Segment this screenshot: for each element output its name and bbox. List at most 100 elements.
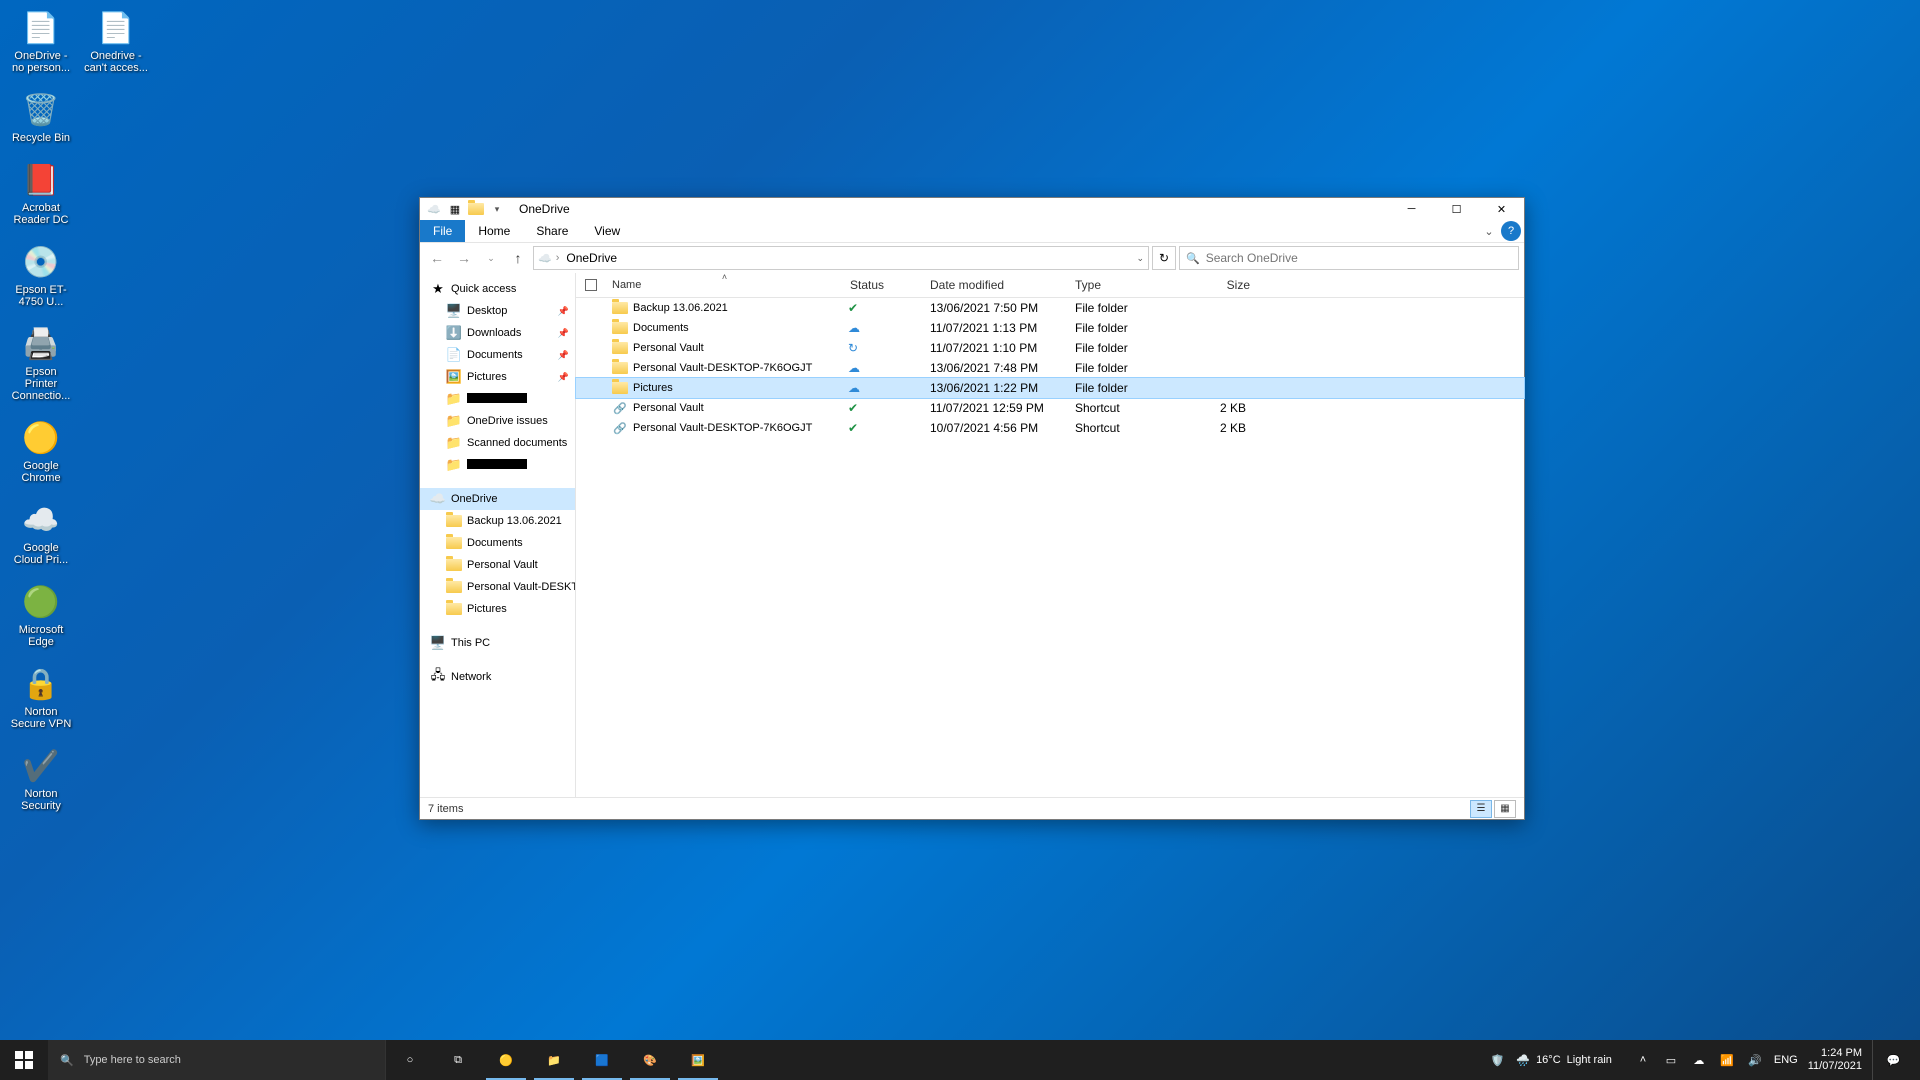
desktop-icon[interactable]: 📄Onedrive - can't acces... [80,5,152,77]
sidebar-item[interactable]: 🖼️Pictures📌 [420,366,575,388]
tray-overflow-icon[interactable]: ˄ [1634,1054,1652,1066]
desktop-icon[interactable]: 📕Acrobat Reader DC [5,157,77,229]
refresh-button[interactable]: ↻ [1152,246,1176,270]
taskbar-app-chrome[interactable]: 🟡 [482,1040,530,1080]
tray-meet-now-icon[interactable]: ▭ [1662,1054,1680,1067]
sidebar-item[interactable]: Backup 13.06.2021 [420,510,575,532]
desktop-icon[interactable]: 🟡Google Chrome [5,415,77,487]
sidebar-item[interactable]: Personal Vault [420,554,575,576]
taskbar-time: 1:24 PM [1821,1047,1862,1060]
row-checkbox[interactable]: ☐ [576,378,606,398]
breadcrumb-current[interactable]: OneDrive [563,251,620,265]
row-checkbox[interactable]: ☐ [576,398,606,418]
row-checkbox[interactable]: ☐ [576,418,606,438]
tray-language[interactable]: ENG [1774,1054,1798,1066]
sidebar-item[interactable]: 📄Documents📌 [420,344,575,366]
nav-forward-button[interactable]: → [452,246,476,270]
column-date-modified[interactable]: Date modified [924,273,1069,297]
qat-customize-icon[interactable]: ▾ [488,200,506,218]
nav-recent-dropdown[interactable]: ⌄ [479,246,503,270]
taskbar-app-photos[interactable]: 🖼️ [674,1040,722,1080]
tab-share[interactable]: Share [523,220,581,242]
tab-file[interactable]: File [420,220,465,242]
tray-volume-icon[interactable]: 🔊 [1746,1054,1764,1067]
tab-home[interactable]: Home [465,220,523,242]
address-bar[interactable]: ☁️ › OneDrive ⌄ [533,246,1149,270]
file-row[interactable]: ☐Personal Vault↻11/07/2021 1:10 PMFile f… [576,338,1524,358]
row-checkbox[interactable]: ☐ [576,318,606,338]
row-type: File folder [1069,318,1187,338]
file-row[interactable]: ☐Backup 13.06.2021✔13/06/2021 7:50 PMFil… [576,298,1524,318]
column-status[interactable]: Status [844,273,924,297]
column-size[interactable]: Size [1187,273,1257,297]
desktop-icon[interactable]: 💿Epson ET-4750 U... [5,239,77,311]
sidebar-quick-access[interactable]: ★Quick access [420,278,575,300]
ribbon-expand-icon[interactable]: ⌄ [1480,220,1498,242]
view-details-button[interactable]: ☰ [1470,800,1492,818]
file-row[interactable]: ☐🔗Personal Vault✔11/07/2021 12:59 PMShor… [576,398,1524,418]
sidebar-item[interactable]: Pictures [420,598,575,620]
file-row[interactable]: ☐🔗Personal Vault-DESKTOP-7K6OGJT✔10/07/2… [576,418,1524,438]
sidebar-item[interactable]: 🖥️Desktop📌 [420,300,575,322]
tray-norton-icon[interactable]: 🛡️ [1488,1054,1506,1067]
maximize-button[interactable]: ☐ [1434,198,1479,220]
close-button[interactable]: ✕ [1479,198,1524,220]
start-button[interactable] [0,1040,48,1080]
desktop-icon[interactable]: ✔️Norton Security [5,743,77,815]
file-row[interactable]: ☐Pictures☁13/06/2021 1:22 PMFile folder [576,378,1524,398]
column-name[interactable]: Name˄ [606,273,844,297]
cortana-button[interactable]: ○ [386,1040,434,1080]
folder-icon [612,360,628,376]
action-center-button[interactable]: 💬 [1872,1040,1914,1080]
nav-back-button[interactable]: ← [425,246,449,270]
row-checkbox[interactable]: ☐ [576,298,606,318]
task-view-button[interactable]: ⧉ [434,1040,482,1080]
titlebar[interactable]: ☁️ ▦ ▾ OneDrive ─ ☐ ✕ [420,198,1524,220]
desktop-icon[interactable]: 📄OneDrive - no person... [5,5,77,77]
row-date: 13/06/2021 1:22 PM [924,378,1069,398]
qat-properties-icon[interactable]: ▦ [446,200,464,218]
navigation-pane: ★Quick access🖥️Desktop📌⬇️Downloads📌📄Docu… [420,273,576,797]
sidebar-item[interactable]: ⬇️Downloads📌 [420,322,575,344]
taskbar-app-paint[interactable]: 🎨 [626,1040,674,1080]
sidebar-onedrive[interactable]: ☁️OneDrive [420,488,575,510]
taskbar-app-file-explorer[interactable]: 📁 [530,1040,578,1080]
view-large-icons-button[interactable]: ▦ [1494,800,1516,818]
address-dropdown-icon[interactable]: ⌄ [1136,253,1144,264]
desktop-icon[interactable]: ☁️Google Cloud Pri... [5,497,77,569]
file-row[interactable]: ☐Personal Vault-DESKTOP-7K6OGJT☁13/06/20… [576,358,1524,378]
desktop-icon[interactable]: 🖨️Epson Printer Connectio... [5,321,77,405]
desktop-icon[interactable]: 🟢Microsoft Edge [5,579,77,651]
search-box[interactable]: 🔍 [1179,246,1519,270]
tray-onedrive-icon[interactable]: ☁ [1690,1054,1708,1067]
qat-new-folder-icon[interactable] [467,200,485,218]
tray-wifi-icon[interactable]: 📶 [1718,1054,1736,1067]
row-checkbox[interactable]: ☐ [576,358,606,378]
desktop-icon-label: Acrobat Reader DC [8,202,74,226]
minimize-button[interactable]: ─ [1389,198,1434,220]
sidebar-item[interactable]: Documents [420,532,575,554]
help-icon[interactable]: ? [1501,221,1521,241]
search-icon: 🔍 [60,1054,74,1067]
sidebar-item[interactable]: 📁 [420,454,575,476]
sidebar-item[interactable]: 📁Scanned documents [420,432,575,454]
taskbar-weather[interactable]: 🌧️ 16°C Light rain [1516,1054,1612,1067]
sidebar-network[interactable]: 🖧Network [420,666,575,688]
sidebar-item[interactable]: 📁OneDrive issues [420,410,575,432]
column-checkbox[interactable] [576,273,606,297]
search-input[interactable] [1206,251,1512,265]
desktop-icon[interactable]: 🔒Norton Secure VPN [5,661,77,733]
column-type[interactable]: Type [1069,273,1187,297]
row-date: 11/07/2021 12:59 PM [924,398,1069,418]
taskbar-app-word[interactable]: 🟦 [578,1040,626,1080]
desktop-icon[interactable]: 🗑️Recycle Bin [5,87,77,147]
taskbar-search[interactable]: 🔍 Type here to search [48,1040,386,1080]
sidebar-this-pc[interactable]: 🖥️This PC [420,632,575,654]
row-checkbox[interactable]: ☐ [576,338,606,358]
sidebar-item[interactable]: Personal Vault-DESKTOP [420,576,575,598]
nav-up-button[interactable]: ↑ [506,246,530,270]
taskbar-clock[interactable]: 1:24 PM 11/07/2021 [1808,1047,1862,1073]
sidebar-item[interactable]: 📁 [420,388,575,410]
file-row[interactable]: ☐Documents☁11/07/2021 1:13 PMFile folder [576,318,1524,338]
tab-view[interactable]: View [581,220,633,242]
